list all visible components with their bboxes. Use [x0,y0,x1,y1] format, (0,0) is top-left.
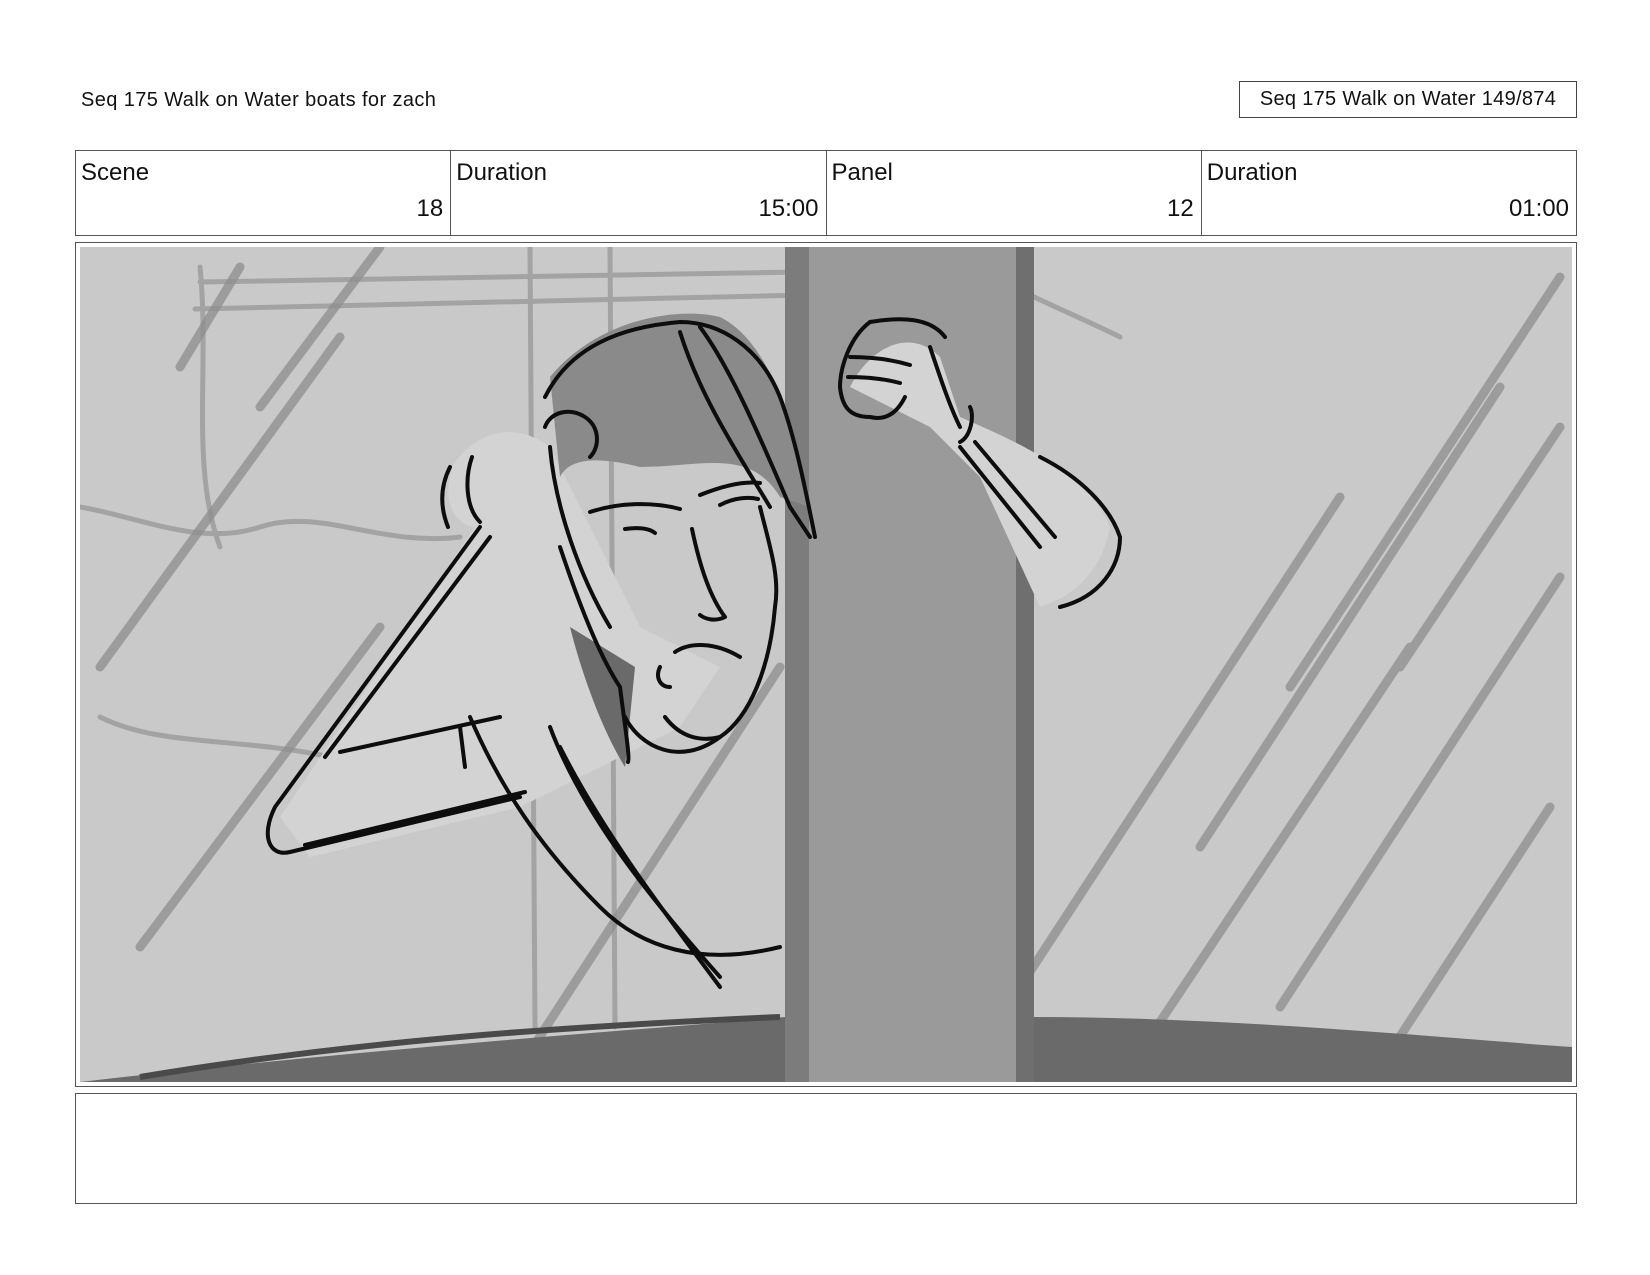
notes-box [75,1093,1577,1204]
panel-value: 12 [1167,195,1194,222]
sequence-title: Seq 175 Walk on Water boats for zach [81,89,437,111]
page-indicator-text: Seq 175 Walk on Water 149/874 [1259,88,1557,110]
scene-duration-cell: Duration 15:00 [451,151,827,235]
panel-duration-value: 01:00 [1508,195,1569,222]
panel-label: Panel [831,159,893,186]
scene-value: 18 [416,195,444,222]
page-indicator: Seq 175 Walk on Water 149/874 [1239,81,1577,118]
storyboard-sketch [80,247,1572,1082]
scene-duration-value: 15:00 [758,195,819,222]
panel-cell: Panel 12 [827,151,1202,235]
info-row: Scene 18 Duration 15:00 Panel 12 Duratio… [75,150,1577,236]
scene-cell: Scene 18 [76,151,452,235]
panel-duration-label: Duration [1206,159,1298,186]
storyboard-panel [75,242,1577,1087]
scene-duration-label: Duration [456,159,547,186]
scene-label: Scene [81,159,150,186]
panel-duration-cell: Duration 01:00 [1202,151,1576,235]
